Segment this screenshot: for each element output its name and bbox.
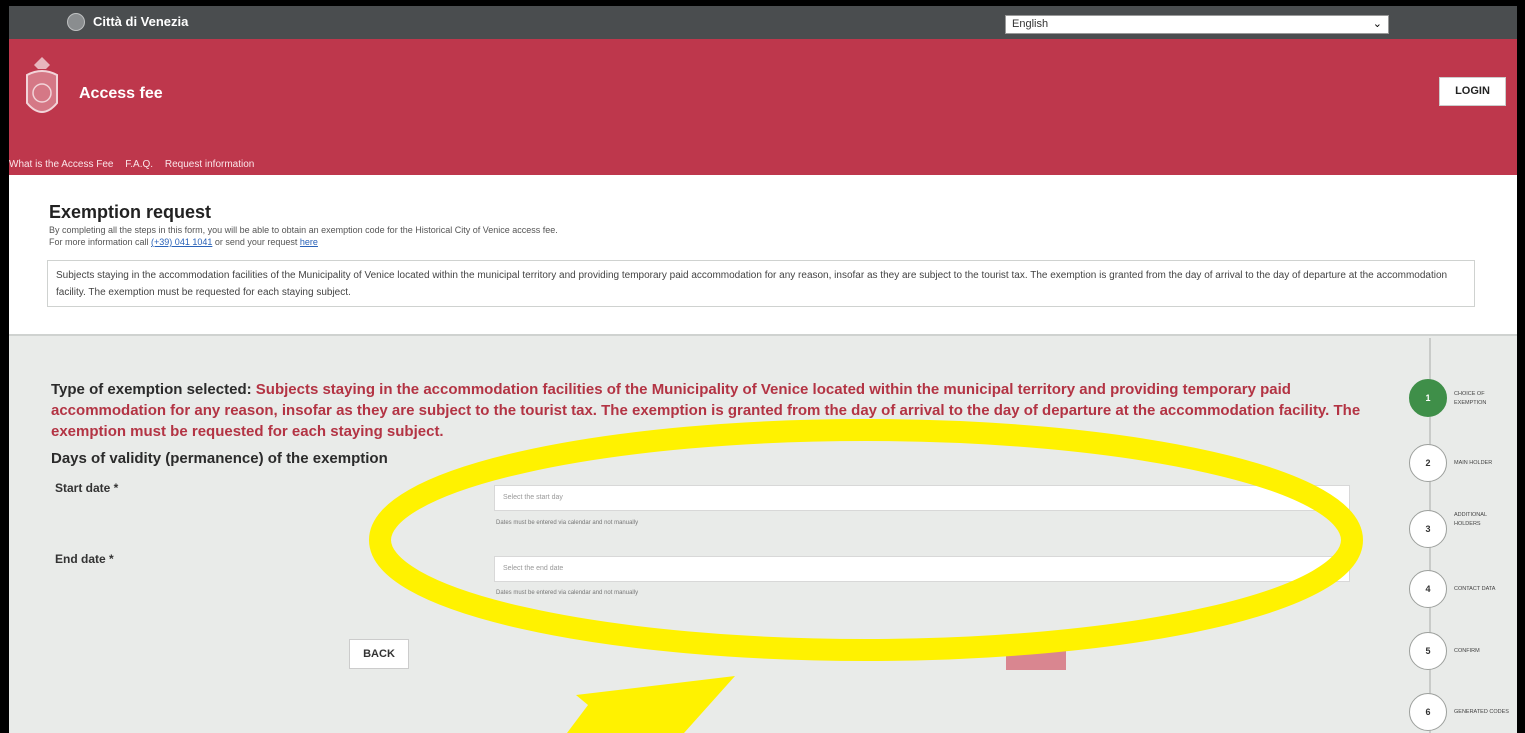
annotation-overlay <box>369 419 1363 733</box>
annotation-arrow-icon <box>567 676 735 733</box>
highlight-ellipse <box>369 419 1363 661</box>
